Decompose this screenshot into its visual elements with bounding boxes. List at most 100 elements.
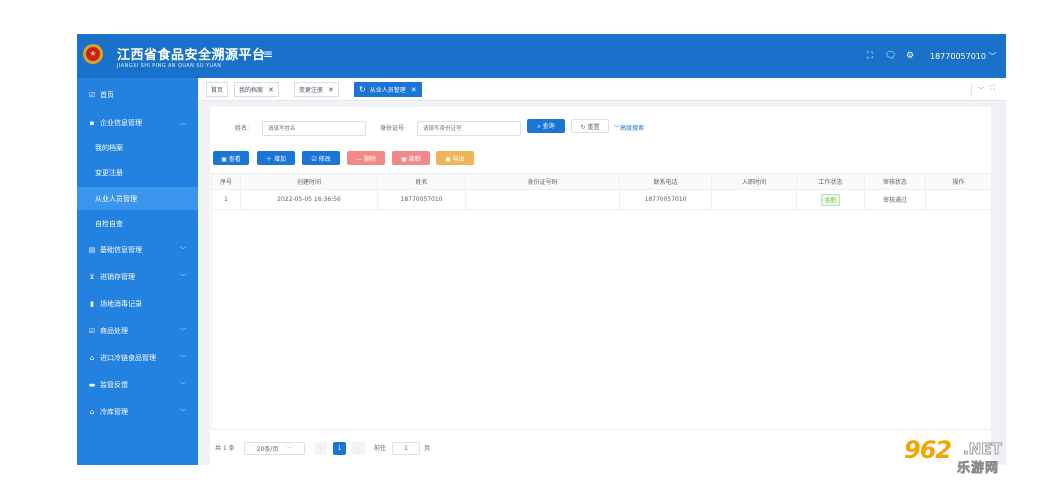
- page-1-button[interactable]: 1: [333, 442, 346, 455]
- refresh-icon[interactable]: ↻: [359, 85, 366, 94]
- sidebar-item-disinfection-record[interactable]: ▮ 场地消毒记录: [77, 292, 198, 315]
- close-icon[interactable]: ✕: [411, 86, 417, 94]
- search-button[interactable]: ⌕ 查询: [527, 119, 565, 133]
- sidebar-item-label: 从业人员管理: [95, 194, 137, 203]
- watermark-tld: .NET: [963, 440, 1003, 459]
- column-header: 入职时间: [712, 174, 797, 189]
- sidebar-item-home[interactable]: ☑ 首页: [77, 83, 198, 106]
- sidebar-item-label: 进销存管理: [100, 272, 135, 281]
- sidebar-item-cold-chain-import[interactable]: ⌂ 进口冷链食品管理 ﹀: [77, 346, 198, 369]
- column-header: 身份证号码: [466, 174, 620, 189]
- goto-page-input[interactable]: 1: [392, 442, 420, 455]
- tab-label: 变更注册: [299, 87, 324, 94]
- sidebar-item-label: 商品处理: [100, 326, 128, 335]
- site-watermark-logo: 962 .NET 乐游网: [904, 436, 1039, 478]
- view-button[interactable]: ▣ 查看: [213, 151, 249, 165]
- sidebar-item-label: 首页: [100, 90, 114, 99]
- column-header: 工作状态: [797, 174, 865, 189]
- tab-staff-management[interactable]: ↻ 从业人员管理 ✕: [354, 82, 422, 97]
- tabs-bar: 首页 我的档案 ✕ 变更注册 ✕ ↻ 从业人员管理 ✕ ﹀ ⛶: [198, 78, 1006, 101]
- resign-button[interactable]: ▣ 离职: [392, 151, 430, 165]
- advanced-search-link[interactable]: ﹀高级搜索: [614, 123, 644, 132]
- emblem-star-icon: ★: [86, 47, 100, 61]
- sidebar-item-label: 企业信息管理: [100, 118, 142, 127]
- sidebar-item-enterprise-info[interactable]: ▪ 企业信息管理 ︿: [77, 111, 198, 134]
- sidebar-item-goods-handling[interactable]: ☑ 商品处理 ﹀: [77, 319, 198, 342]
- export-button[interactable]: ▣ 导出: [436, 151, 474, 165]
- chevron-down-icon: ﹀: [180, 355, 187, 362]
- platform-title: 江西省食品安全溯源平台: [117, 48, 266, 63]
- sidebar-item-label: 自检自查: [95, 219, 123, 228]
- user-account-menu[interactable]: 18770057010 ﹀: [930, 51, 997, 62]
- sidebar-item-self-inspection[interactable]: 自检自查: [77, 212, 198, 235]
- edit-icon: ☑: [88, 90, 96, 99]
- settings-gear-icon[interactable]: ⚙: [905, 51, 915, 61]
- chevron-down-icon: ﹀: [286, 446, 293, 453]
- watermark-sub: 乐游网: [957, 461, 1000, 477]
- actions-cell: [926, 190, 991, 209]
- id-number-input[interactable]: [417, 121, 521, 136]
- reset-button[interactable]: ↻ 重置: [571, 119, 609, 133]
- chevron-down-icon: ﹀: [180, 409, 187, 416]
- sidebar-item-label: 监管反馈: [100, 380, 128, 389]
- sidebar-item-inventory[interactable]: ⊻ 进销存管理 ﹀: [77, 265, 198, 288]
- message-icon[interactable]: 🗨: [885, 51, 896, 61]
- column-header: 姓名: [378, 174, 466, 189]
- sidebar-item-cold-storage[interactable]: ⌂ 冷库管理 ﹀: [77, 400, 198, 423]
- id-number-cell: [466, 190, 620, 209]
- close-icon[interactable]: ✕: [328, 86, 334, 94]
- platform-subtitle: JIANGXI SHI PING AN QUAN SU YUAN: [117, 63, 222, 69]
- delete-button[interactable]: — 删除: [347, 151, 385, 165]
- add-button[interactable]: ＋ 增加: [257, 151, 295, 165]
- status-badge: 在职: [820, 193, 840, 206]
- sidebar-item-my-archive[interactable]: 我的档案: [77, 136, 198, 159]
- sidebar-nav: ☑ 首页 ▪ 企业信息管理 ︿ 我的档案 变更注册 从业人员管理 自检自查 ▤ …: [77, 78, 198, 465]
- close-icon[interactable]: ✕: [268, 86, 274, 94]
- sidebar-item-basic-info[interactable]: ▤ 基础信息管理 ﹀: [77, 238, 198, 261]
- column-header: 审核状态: [865, 174, 926, 189]
- phone-cell: 18770057010: [620, 190, 712, 209]
- name-input[interactable]: [262, 121, 366, 136]
- page-size-value: 20条/页: [256, 446, 279, 453]
- watermark-brand: 962: [904, 436, 952, 464]
- total-count: 共 1 条: [215, 445, 235, 452]
- tab-change-registration[interactable]: 变更注册 ✕: [294, 82, 339, 97]
- column-header: 联系电话: [620, 174, 712, 189]
- clipboard-icon: ▤: [88, 245, 96, 254]
- page-size-select[interactable]: 20条/页 ﹀: [244, 442, 305, 455]
- sidebar-item-label: 场地消毒记录: [100, 299, 142, 308]
- chevron-down-icon: ﹀: [180, 382, 187, 389]
- prev-page-button[interactable]: ‹: [314, 442, 327, 455]
- content-panel: 姓名: 身份证号: ⌕ 查询 ↻ 重置 ﹀高级搜索 ▣ 查看 ＋ 增加 ☑ 修改…: [210, 107, 992, 465]
- fullscreen-icon[interactable]: ⛶: [865, 51, 875, 61]
- tab-label: 从业人员管理: [369, 87, 406, 94]
- home-icon: ⌂: [89, 407, 95, 416]
- national-emblem-logo: ★: [83, 44, 103, 64]
- edit-button[interactable]: ☑ 修改: [302, 151, 340, 165]
- row-index: 1: [212, 190, 241, 209]
- sidebar-item-change-registration[interactable]: 变更注册: [77, 161, 198, 184]
- join-date-cell: [712, 190, 797, 209]
- chevron-down-icon[interactable]: ﹀: [978, 85, 984, 94]
- sidebar-item-label: 我的档案: [95, 143, 123, 152]
- table-row[interactable]: 1 2022-05-05 16:36:56 18770057010 187700…: [212, 190, 991, 210]
- goto-suffix: 页: [424, 445, 431, 452]
- tab-home[interactable]: 首页: [206, 82, 229, 97]
- sidebar-item-staff-management[interactable]: 从业人员管理: [77, 187, 198, 210]
- table-header: 序号 创建时间 姓名 身份证号码 联系电话 入职时间 工作状态 审核状态 操作: [212, 174, 991, 190]
- top-header: ★ 江西省食品安全溯源平台 JIANGXI SHI PING AN QUAN S…: [77, 34, 1006, 78]
- sidebar-item-supervision-feedback[interactable]: ▬ 监管反馈 ﹀: [77, 373, 198, 396]
- next-page-button[interactable]: ›: [352, 442, 365, 455]
- work-status-cell: 在职: [797, 190, 865, 209]
- goto-label: 前往: [374, 445, 387, 452]
- home-icon: ⌂: [89, 353, 95, 362]
- menu-toggle-icon[interactable]: ≡: [263, 48, 273, 60]
- folder-icon: ▪: [89, 118, 95, 127]
- staff-name: 18770057010: [378, 190, 466, 209]
- fullscreen-icon[interactable]: ⛶: [990, 84, 995, 93]
- chevron-down-icon: ﹀: [180, 328, 187, 335]
- column-header: 创建时间: [241, 174, 378, 189]
- chevron-down-icon: ﹀: [180, 247, 187, 254]
- staff-table: 序号 创建时间 姓名 身份证号码 联系电话 入职时间 工作状态 审核状态 操作 …: [211, 173, 992, 430]
- tab-my-archive[interactable]: 我的档案 ✕: [234, 82, 279, 97]
